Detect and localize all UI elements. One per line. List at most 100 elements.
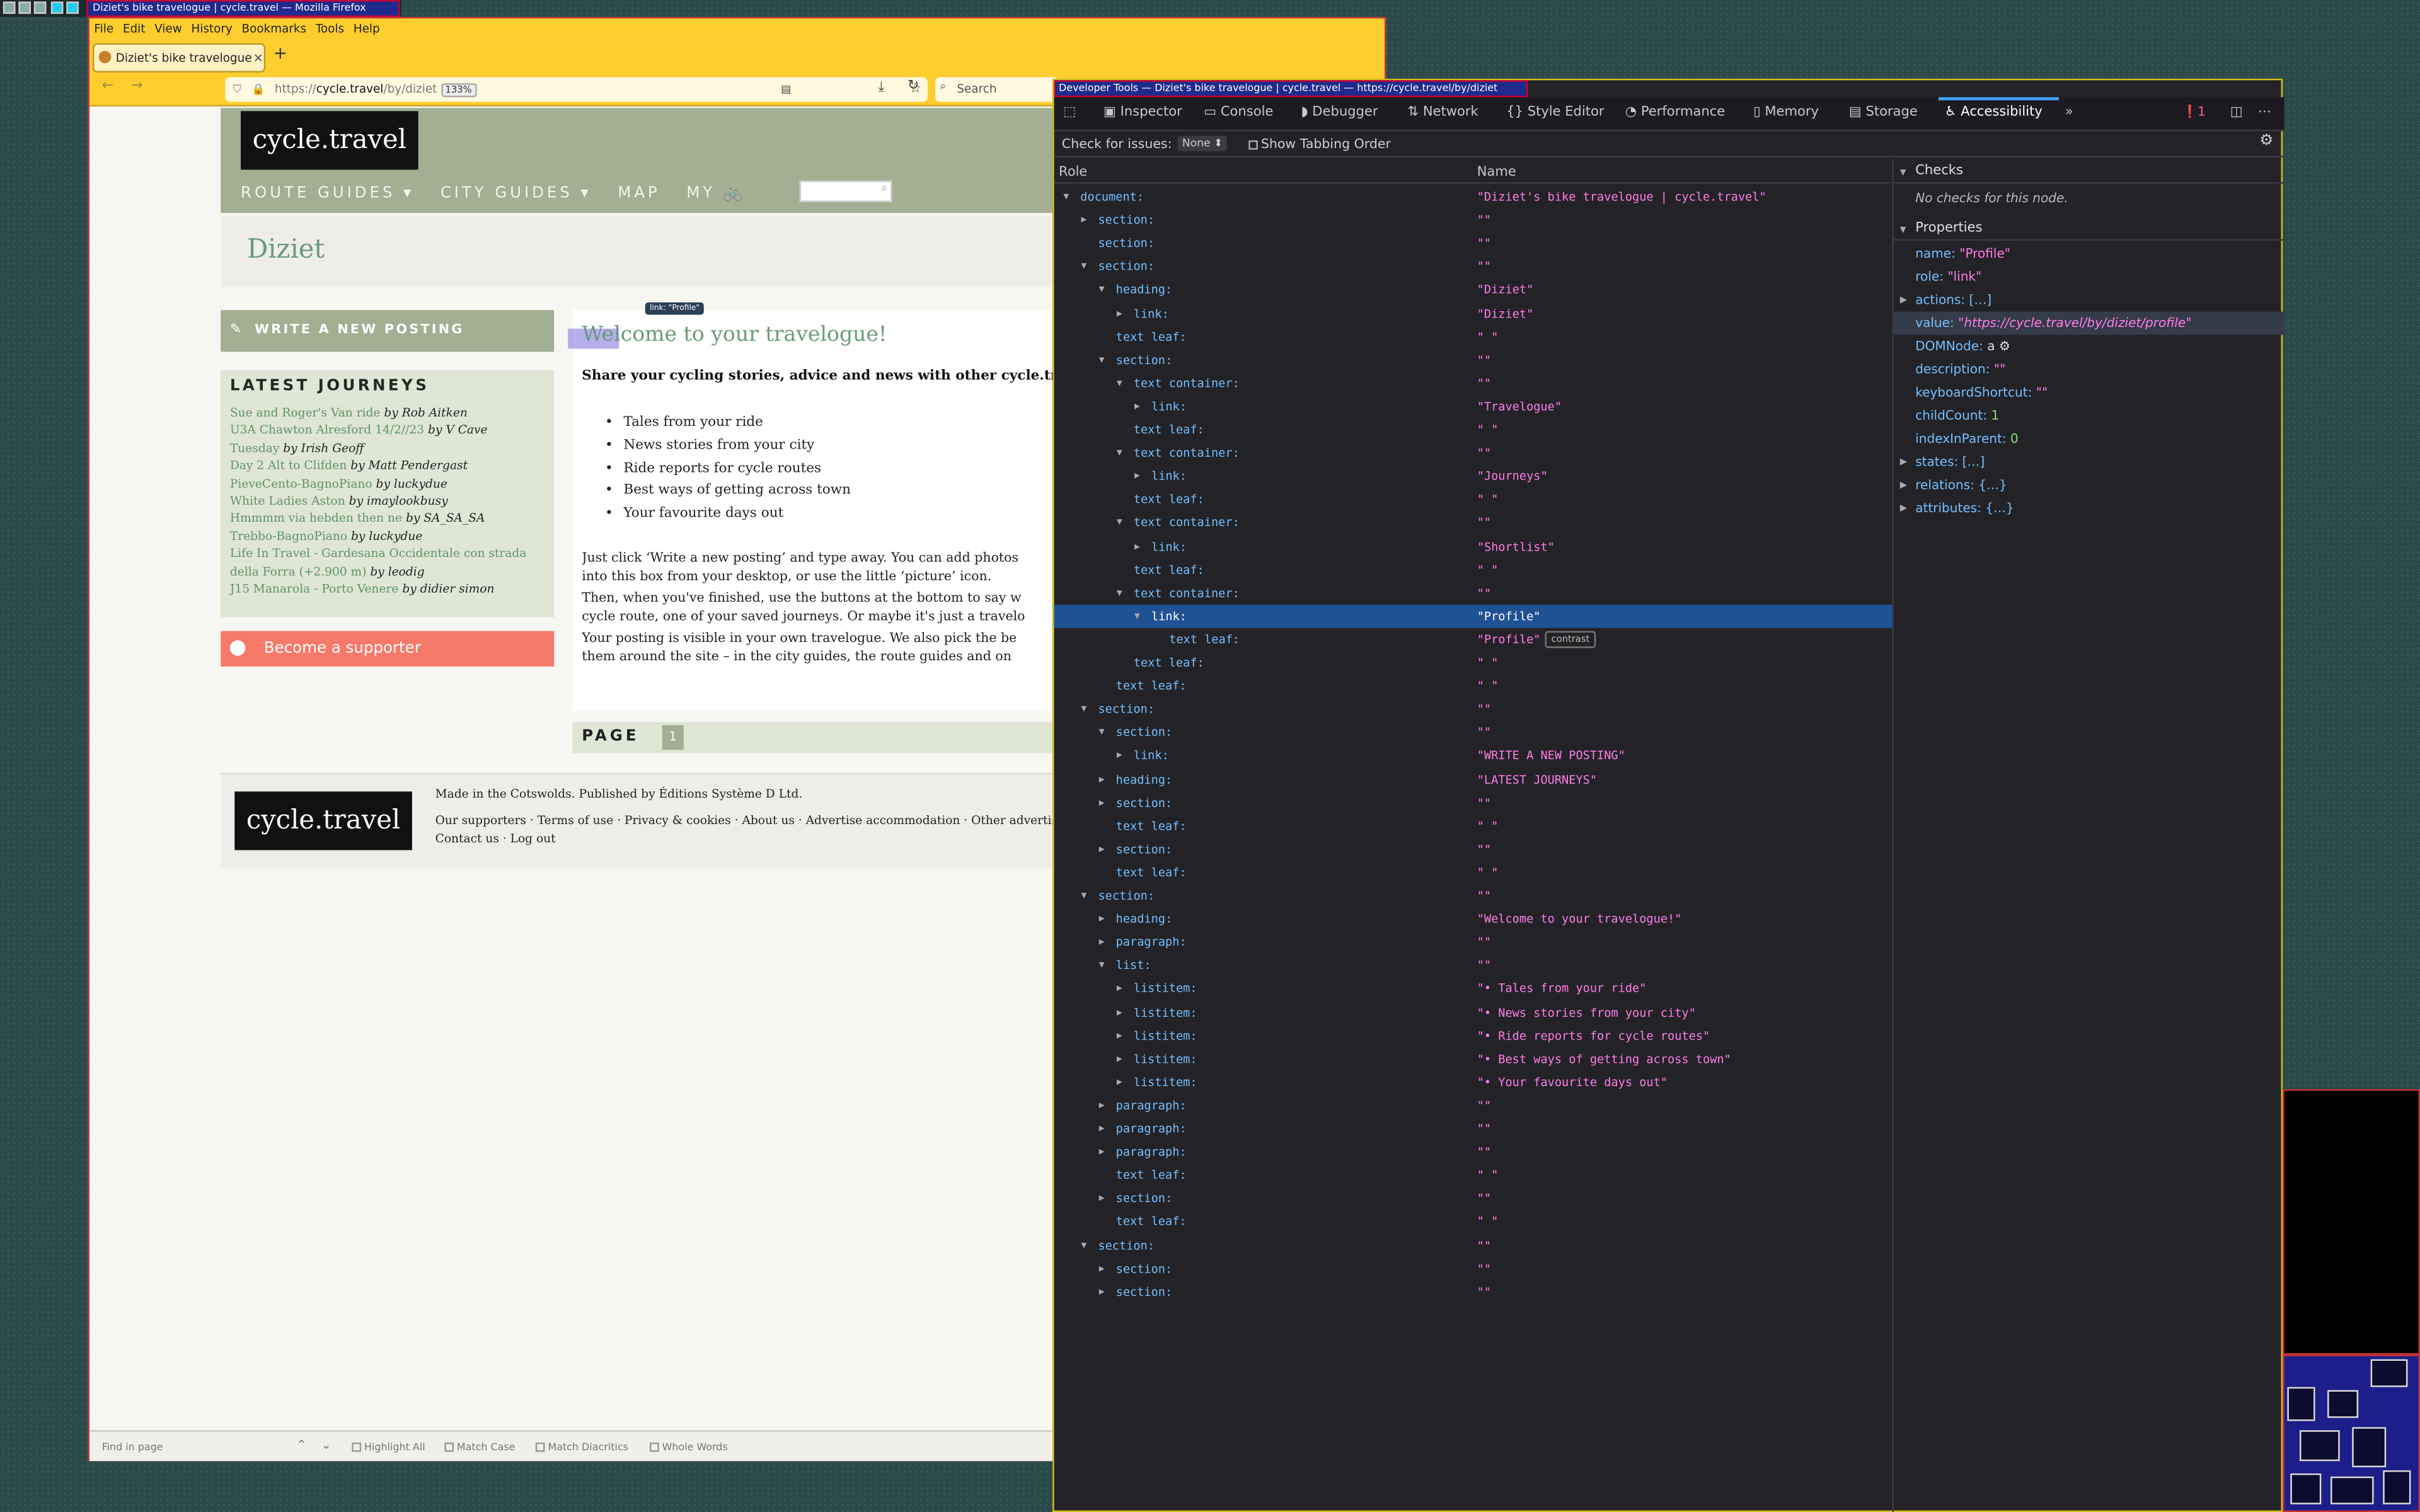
expand-arrow-icon[interactable]: ▶ [1117, 1024, 1122, 1047]
tree-row[interactable]: text leaf: " " [1054, 558, 1893, 581]
tree-row[interactable]: ▼ document: "Diziet's bike travelogue | cy… [1054, 185, 1893, 209]
tab-storage[interactable]: ▤ Storage [1849, 105, 1918, 120]
tab-console[interactable]: ▭ Console [1204, 105, 1273, 120]
find-next-icon[interactable]: ⌄ [321, 1438, 331, 1452]
nav-city-guides[interactable]: CITY GUIDES ▾ [441, 185, 592, 202]
expand-arrow-icon[interactable]: ▶ [1099, 1257, 1105, 1280]
devtools-window-title[interactable]: Developer Tools — Diziet's bike travelog… [1054, 80, 1528, 98]
role-column-header[interactable]: Role [1059, 165, 1087, 180]
check-issues-select[interactable]: None ⬍ [1177, 135, 1228, 152]
tab-style-editor[interactable]: {} Style Editor [1506, 105, 1604, 120]
prop-states[interactable]: ▶ states: […] [1894, 450, 2285, 474]
journey-link[interactable]: Life In Travel - Gardesana Occidentale c… [230, 547, 526, 561]
collapse-arrow-icon[interactable]: ▼ [1081, 1234, 1087, 1257]
tab-accessibility[interactable]: ♿ Accessibility [1945, 105, 2043, 120]
menu-view[interactable]: View [154, 18, 182, 40]
expand-arrow-icon[interactable]: ▶ [1134, 535, 1140, 558]
find-input[interactable]: Find in page [102, 1441, 163, 1453]
tab-network[interactable]: ⇅ Network [1407, 105, 1478, 120]
tree-row[interactable]: text leaf: " " [1054, 325, 1893, 348]
collapse-arrow-icon[interactable]: ▼ [1099, 278, 1105, 302]
tree-row[interactable]: ▼ list: "" [1054, 954, 1893, 977]
journey-link[interactable]: Tuesday [230, 441, 279, 455]
expand-arrow-icon[interactable]: ▶ [1099, 1140, 1105, 1164]
tree-row[interactable]: text leaf: " " [1054, 861, 1893, 884]
menu-history[interactable]: History [191, 18, 232, 40]
write-posting-button[interactable]: ✎ WRITE A NEW POSTING [221, 310, 555, 352]
tree-row[interactable]: ▶ link: "WRITE A NEW POSTING" [1054, 744, 1893, 767]
expand-arrow-icon[interactable]: ▶ [1081, 209, 1087, 232]
tabbing-order-checkbox[interactable]: Show Tabbing Order [1248, 136, 1391, 151]
tab-memory[interactable]: ▯ Memory [1753, 105, 1819, 120]
match-diacritics-checkbox[interactable]: Match Diacritics [535, 1441, 628, 1453]
expand-arrow-icon[interactable]: ▶ [1117, 1047, 1122, 1070]
tab-debugger[interactable]: ◗ Debugger [1301, 105, 1378, 120]
tree-row[interactable]: ▼ section: "" [1054, 1234, 1893, 1257]
settings-gear-icon[interactable]: ⚙ [2259, 133, 2273, 150]
collapse-arrow-icon[interactable]: ▼ [1117, 512, 1122, 535]
expand-arrow-icon[interactable]: ▶ [1117, 1000, 1122, 1024]
tree-row[interactable]: ▼ section: "" [1054, 721, 1893, 744]
tree-row[interactable]: ▶ section: "" [1054, 1280, 1893, 1303]
search-icon[interactable]: ⌕ [882, 182, 888, 196]
tree-row[interactable]: ▼ link: "Profile" [1054, 604, 1893, 628]
error-count-badge[interactable]: ❗1 [2182, 105, 2206, 119]
tree-row[interactable]: ▼ text container: "" [1054, 372, 1893, 395]
tree-row[interactable]: ▼ text container: "" [1054, 581, 1893, 605]
expand-arrow-icon[interactable]: ▶ [1099, 837, 1105, 861]
tree-row[interactable]: ▶ listitem: "• Your favourite days out" [1054, 1070, 1893, 1094]
shield-icon[interactable]: ⛉ [233, 77, 241, 101]
tree-row[interactable]: ▶ paragraph: "" [1054, 1094, 1893, 1117]
tree-row[interactable]: section: "" [1054, 232, 1893, 255]
tree-row[interactable]: text leaf: " " [1054, 1210, 1893, 1234]
window-thumbnail[interactable] [2290, 1473, 2322, 1504]
journey-link[interactable]: PieveCento-BagnoPiano [230, 476, 372, 490]
tree-row[interactable]: ▶ section: "" [1054, 1187, 1893, 1210]
taskbar-app-icon[interactable] [66, 1, 79, 14]
journey-link[interactable]: Sue and Roger's Van ride [230, 406, 381, 420]
expand-arrow-icon[interactable]: ▶ [1117, 302, 1122, 325]
tree-row[interactable]: text leaf: " " [1054, 651, 1893, 674]
expand-arrow-icon[interactable]: ▶ [1099, 1280, 1105, 1303]
journey-link[interactable]: White Ladies Aston [230, 494, 345, 508]
journey-link[interactable]: Day 2 Alt to Clifden [230, 459, 347, 472]
window-thumbnail[interactable] [2300, 1430, 2340, 1462]
expand-arrow-icon[interactable]: ▶ [1900, 497, 1907, 520]
match-case-checkbox[interactable]: Match Case [444, 1441, 516, 1453]
prop-relations[interactable]: ▶ relations: {…} [1894, 474, 2285, 497]
window-thumbnail[interactable] [2370, 1359, 2408, 1387]
tree-row[interactable]: ▶ section: "" [1054, 791, 1893, 814]
expand-arrow-icon[interactable]: ▶ [1117, 744, 1122, 767]
expand-arrow-icon[interactable]: ▶ [1099, 1187, 1105, 1210]
tree-row[interactable]: ▼ section: "" [1054, 348, 1893, 372]
expand-arrow-icon[interactable]: ▶ [1900, 474, 1907, 497]
firefox-window-title[interactable]: Diziet's bike travelogue | cycle.travel … [86, 0, 400, 17]
expand-arrow-icon[interactable]: ▶ [1099, 931, 1105, 954]
menu-help[interactable]: Help [354, 18, 380, 40]
window-thumbnail[interactable] [2287, 1387, 2315, 1421]
window-thumbnail[interactable] [2352, 1427, 2387, 1467]
taskbar-app-icon[interactable] [18, 1, 31, 14]
tab-performance[interactable]: ◔ Performance [1625, 105, 1725, 120]
nav-route-guides[interactable]: ROUTE GUIDES ▾ [241, 185, 414, 202]
collapse-arrow-icon[interactable]: ▼ [1099, 348, 1105, 372]
expand-arrow-icon[interactable]: ▶ [1099, 907, 1105, 931]
tree-row[interactable]: ▶ link: "Shortlist" [1054, 535, 1893, 558]
become-supporter-button[interactable]: Become a supporter [221, 631, 555, 667]
site-logo[interactable]: cycle.travel [241, 111, 418, 170]
menu-bookmarks[interactable]: Bookmarks [241, 18, 306, 40]
close-tab-icon[interactable]: × [253, 45, 263, 71]
expand-arrow-icon[interactable]: ▶ [1099, 767, 1105, 791]
tree-row[interactable]: ▶ listitem: "• Tales from your ride" [1054, 977, 1893, 1000]
back-icon[interactable]: ← [102, 79, 113, 94]
tree-row[interactable]: ▼ heading: "Diziet" [1054, 278, 1893, 302]
tree-row[interactable]: text leaf: " " [1054, 814, 1893, 837]
tree-row[interactable]: text leaf: " " [1054, 1164, 1893, 1187]
new-tab-button[interactable]: + [273, 43, 287, 64]
tree-row[interactable]: text leaf: " " [1054, 674, 1893, 697]
tree-row[interactable]: ▼ section: "" [1054, 884, 1893, 907]
name-column-header[interactable]: Name [1477, 165, 1516, 180]
tree-row[interactable]: ▶ link: "Journeys" [1054, 465, 1893, 488]
expand-arrow-icon[interactable]: ▶ [1099, 1117, 1105, 1140]
tree-row[interactable]: ▶ link: "Travelogue" [1054, 395, 1893, 418]
